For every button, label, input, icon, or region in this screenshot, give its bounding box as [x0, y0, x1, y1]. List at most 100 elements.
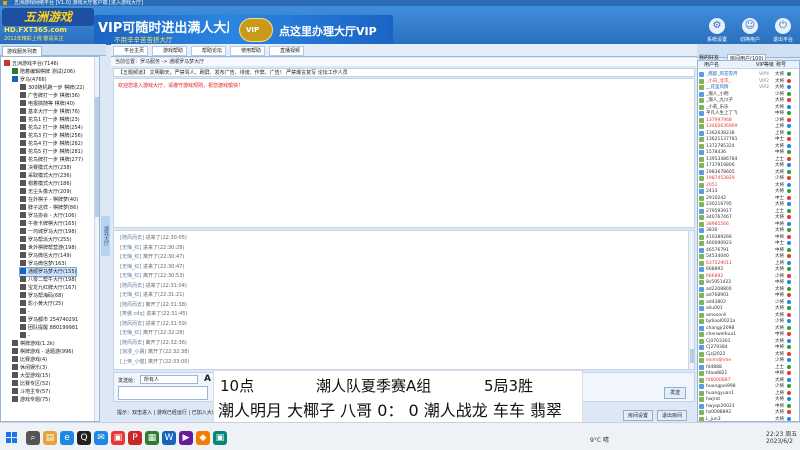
tree-room-item[interactable]: 花鸟1 打一步 棋牌(23): [20, 116, 80, 124]
chat-user-name[interactable]: [无悔_红]: [120, 273, 141, 279]
vip-ad-banner[interactable]: VIP可随时进出满人大厅 不用辛辛苦苦挤大厅: [94, 15, 239, 45]
tree-room-item[interactable]: -: [20, 332, 30, 340]
chat-user-name[interactable]: [无悔_红]: [120, 292, 141, 298]
chat-user-name[interactable]: [笑傲 cdq]: [120, 311, 145, 317]
switch-user-button[interactable]: ☺ 切换用户: [735, 18, 765, 46]
pdf-taskbar-icon[interactable]: P: [128, 431, 142, 445]
chat-message-input[interactable]: [118, 386, 208, 400]
vip-cta-banner[interactable]: VIP 点这里办理大厅VIP: [229, 15, 393, 45]
photos-taskbar-icon[interactable]: ▣: [111, 431, 125, 445]
chat-user-name[interactable]: [无悔_红]: [120, 254, 141, 260]
chat-scroll-thumb[interactable]: [690, 349, 694, 363]
tree-room-item[interactable]: 电报搞随等 棋牌(40): [20, 100, 75, 108]
tree-category-item[interactable]: 大型游戏(15): [12, 372, 50, 380]
tree-room-item[interactable]: 通顺罗马梦大厅(155): [18, 267, 78, 277]
clock-date[interactable]: 2023/6/2: [766, 438, 793, 445]
chat-user-name[interactable]: [随风而去]: [120, 235, 144, 241]
tree-room-item[interactable]: 罗马微信大厅(149): [20, 252, 71, 260]
tree-room-item[interactable]: 花鸟5 打一步 棋牌(281): [20, 148, 83, 156]
panel-splitter[interactable]: 游戏大厅: [101, 56, 111, 422]
tree-room-item[interactable]: 罗马协会 - 大厅(106): [20, 212, 76, 220]
live-video-button[interactable]: 直播视频: [269, 46, 305, 56]
game-help-button[interactable]: 游戏帮助: [152, 46, 188, 56]
qq-taskbar-icon[interactable]: Q: [77, 431, 91, 445]
font-style-icon[interactable]: A: [204, 374, 211, 384]
tree-room-item[interactable]: -: [20, 308, 30, 316]
media-taskbar-icon[interactable]: ▶: [179, 431, 193, 445]
tree-scroll-thumb[interactable]: [95, 97, 99, 217]
tree-category-item[interactable]: 罗马(4766): [12, 76, 47, 84]
room-settings-button[interactable]: 房间设置: [623, 410, 653, 421]
tree-category-item[interactable]: 比赛游戏(4): [12, 356, 47, 364]
chat-user-name[interactable]: [随风而去]: [120, 283, 144, 289]
system-settings-button[interactable]: ⚙ 系统设置: [702, 18, 732, 46]
tree-category-item[interactable]: 棋牌游戏 - 话题游(996): [12, 348, 73, 356]
exit-platform-button[interactable]: ⏻ 退出平台: [768, 18, 798, 46]
tree-room-item[interactable]: 基本大厅一步 棋牌(76): [20, 108, 80, 116]
tree-room-item[interactable]: 花鸟2 打一步 棋牌(254): [20, 124, 83, 132]
tree-room-item[interactable]: 团队提醒 880199981: [20, 324, 78, 332]
chat-user-name[interactable]: [上帝_小健]: [120, 359, 146, 365]
tree-room-item[interactable]: 八零二帮牛大厅(198): [20, 276, 76, 284]
files-taskbar-icon[interactable]: ▤: [43, 431, 57, 445]
tree-room-item[interactable]: 花鸟牌打一步 棋牌(277): [20, 156, 83, 164]
tree-room-item[interactable]: 广告牌打一步 棋牌(36): [20, 92, 80, 100]
tree-category-item[interactable]: 斗地主专(57): [12, 388, 50, 396]
col-rank[interactable]: 称号: [776, 61, 786, 69]
forum-button[interactable]: 帮助论坛: [191, 46, 227, 56]
tree-room-item[interactable]: 无尘头像大厅(209): [20, 188, 71, 196]
tree-category-item[interactable]: 五洲游戏平台(7146): [4, 60, 59, 68]
tree-room-item[interactable]: 帽着模式大厅(186): [20, 180, 71, 188]
chat-user-name[interactable]: [随风而去]: [120, 321, 144, 327]
tree-room-item[interactable]: 决赛模式大厅(238): [20, 164, 71, 172]
tree-room-item[interactable]: 宝龙九红牌大厅(167): [20, 284, 76, 292]
tree-room-item[interactable]: 脖子这样 - 棋牌梦(86): [20, 204, 78, 212]
tree-category-item[interactable]: 比赛专区(52): [12, 380, 50, 388]
tree-room-item[interactable]: 一鸿城罗马大厅(198): [20, 228, 76, 236]
sheet-taskbar-icon[interactable]: ▦: [145, 431, 159, 445]
tree-room-item[interactable]: 罗马帮派大厅(255): [20, 236, 71, 244]
send-target-select[interactable]: 所有人: [140, 375, 198, 384]
edge-taskbar-icon[interactable]: e: [60, 431, 74, 445]
client-taskbar-icon[interactable]: ▣: [213, 431, 227, 445]
chat-user-name[interactable]: [随风而去]: [120, 340, 144, 346]
tree-room-item[interactable]: 影小黄大厅(25): [20, 300, 63, 308]
room-icon: [20, 268, 26, 274]
clock-time[interactable]: 22:23 周五: [766, 429, 797, 438]
game-taskbar-icon[interactable]: ◆: [196, 431, 210, 445]
home-page-button[interactable]: 平台主页: [113, 46, 149, 56]
col-username[interactable]: 用户名: [704, 61, 719, 69]
mail-taskbar-icon[interactable]: ✉: [94, 431, 108, 445]
tree-category-item[interactable]: 游戏专题(75): [12, 396, 50, 404]
tree-room-item[interactable]: 花鸟4 打一步 棋牌(262): [20, 140, 83, 148]
usage-help-button[interactable]: 使用帮助: [230, 46, 266, 56]
tab-game-list[interactable]: 游戏服务列表: [2, 46, 43, 56]
chat-scrollbar[interactable]: [688, 231, 694, 369]
chat-user-name[interactable]: [随风而去]: [120, 302, 144, 308]
chat-user-name[interactable]: [浪漫_小屠]: [120, 349, 146, 355]
chat-user-name[interactable]: [无悔_红]: [120, 264, 141, 270]
tree-room-item[interactable]: 罗马微信梦(163): [20, 260, 66, 268]
tree-room-item[interactable]: 午夜卡牌棋大厅(165): [20, 220, 76, 228]
tree-room-item[interactable]: 300随机跑一步 棋牌(22): [20, 84, 84, 92]
tree-scrollbar[interactable]: [94, 57, 99, 421]
tree-category-item[interactable]: 休闲娱乐(3): [12, 364, 47, 372]
chat-user-name[interactable]: [无悔_红]: [120, 330, 141, 336]
exit-room-button[interactable]: 退出房间: [657, 410, 687, 421]
tree-room-item[interactable]: 花鸟3 打一步 棋牌(256): [20, 132, 83, 140]
brand-logo[interactable]: 五洲游戏 HD.FXT365.com 2012年精彩上线 敬请关注: [2, 8, 94, 44]
doc-taskbar-icon[interactable]: W: [162, 431, 176, 445]
start-button[interactable]: [6, 432, 18, 444]
tree-room-item[interactable]: 采取模式大厅(236): [20, 172, 71, 180]
col-vip[interactable]: VIP等级: [756, 61, 774, 69]
chat-user-name[interactable]: [无悔_红]: [120, 245, 141, 251]
tree-room-item[interactable]: 在外棋子 - 棋牌梦(40): [20, 196, 78, 204]
tree-room-item[interactable]: 罗马帮海码(68): [20, 292, 63, 300]
send-button[interactable]: 发送: [664, 387, 686, 399]
weather-widget[interactable]: 9°C 晴: [590, 435, 609, 444]
search-taskbar-icon[interactable]: ⌕: [26, 431, 40, 445]
tree-room-item[interactable]: 罗马都市 254740291: [20, 316, 78, 324]
tree-category-item[interactable]: 棋牌游戏(1.2k): [12, 340, 55, 348]
tree-room-item[interactable]: 世外棋牌帮营游(198): [20, 244, 76, 252]
tree-category-item[interactable]: 陪着编辑棋牌 测试(206): [12, 68, 75, 76]
